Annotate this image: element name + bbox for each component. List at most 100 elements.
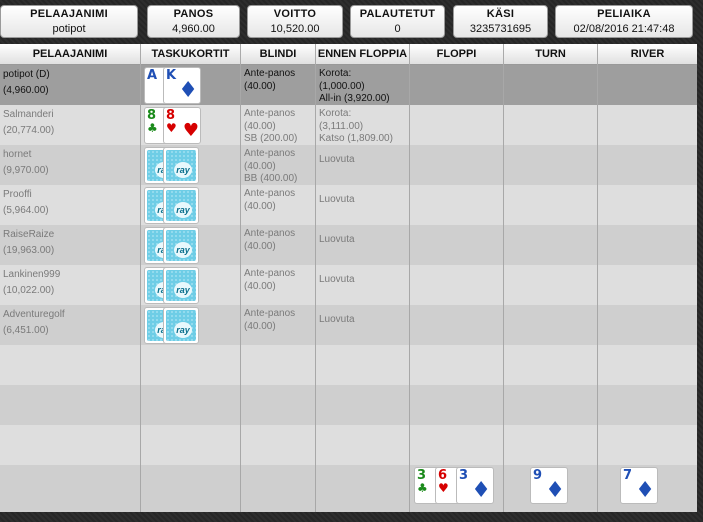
card-back-logo: ray	[174, 202, 192, 218]
card-back-logo: ray	[174, 242, 192, 258]
table-cell	[504, 345, 598, 385]
playing-card: 8 ♥ ♥	[163, 107, 201, 144]
player-stack: (19,963.00)	[3, 244, 55, 256]
card-rank: K	[166, 68, 177, 83]
table-cell	[504, 145, 598, 185]
summary-hand-id: KÄSI 3235731695	[453, 5, 548, 38]
preflop-action: Korota:	[319, 68, 352, 79]
card-suit-icon: ♥	[182, 120, 199, 141]
blind-action: SB (200.00)	[244, 133, 298, 144]
table-cell	[141, 425, 241, 465]
summary-label: VOITTO	[273, 8, 317, 20]
table-cell	[410, 265, 504, 305]
table-cell: rayray	[141, 145, 241, 185]
card-suit-icon: ♥	[438, 481, 449, 495]
table-cell	[316, 345, 410, 385]
blind-action: Ante-panos	[244, 108, 296, 119]
playing-card: 9 ♦	[530, 467, 568, 504]
table-cell	[504, 105, 598, 145]
table-cell: Luovuta	[316, 185, 410, 225]
column-header-player: PELAAJANIMI	[0, 44, 141, 65]
table-row	[0, 345, 697, 385]
table-cell	[598, 265, 697, 305]
table-cell	[598, 345, 697, 385]
table-cell	[0, 465, 141, 512]
table-cell	[598, 105, 697, 145]
blind-action: Ante-panos	[244, 188, 296, 199]
table-cell	[241, 385, 316, 425]
blind-action: Ante-panos	[244, 268, 296, 279]
summary-returned: PALAUTETUT 0	[350, 5, 445, 38]
player-name: Salmanderi	[3, 109, 54, 120]
table-cell: Salmanderi (20,774.00)	[0, 105, 141, 145]
table-cell: Ante-panos (40.00)	[241, 185, 316, 225]
summary-label: PANOS	[173, 8, 214, 20]
blind-action: Ante-panos	[244, 148, 296, 159]
table-row: 3♣♣6♥♥3♦9♦7♦	[0, 465, 697, 512]
table-cell	[504, 65, 598, 105]
card-back-pattern: ray	[166, 230, 196, 261]
table-row: RaiseRaize (19,963.00) rayrayAnte-panos(40…	[0, 225, 697, 265]
card-back-pattern: ray	[166, 310, 196, 341]
table-cell	[410, 225, 504, 265]
table-cell: Ante-panos (40.00)	[241, 225, 316, 265]
card-suit-icon: ♣	[147, 121, 158, 135]
card-suit-icon: ♦	[178, 78, 198, 103]
preflop-action: Korota:	[319, 108, 352, 119]
table-cell	[410, 65, 504, 105]
blind-action: Ante-panos	[244, 68, 296, 79]
table-cell: Ante-panos (40.00)	[241, 65, 316, 105]
card-suit-icon: ♦	[471, 478, 491, 503]
table-cell	[410, 105, 504, 145]
card-suit-icon: ♦	[545, 478, 565, 503]
preflop-action: (1,000.00)	[319, 80, 365, 92]
table-cell: rayray	[141, 265, 241, 305]
table-cell	[598, 185, 697, 225]
table-header: PELAAJANIMI TASKUKORTIT BLINDI ENNEN FLO…	[0, 44, 697, 65]
table-cell	[504, 185, 598, 225]
card-back-logo: ray	[174, 282, 192, 298]
table-cell: 3♣♣6♥♥3♦	[410, 465, 504, 512]
summary-win: VOITTO 10,520.00	[247, 5, 343, 38]
table-row: hornet (9,970.00) rayrayAnte-panos(40.00)B…	[0, 145, 697, 185]
table-cell	[410, 185, 504, 225]
column-header-flop: FLOPPI	[410, 44, 504, 65]
table-cell: rayray	[141, 305, 241, 345]
card-back: ray	[163, 147, 199, 184]
summary-value: potipot	[52, 23, 86, 35]
card-suit-icon: ♣	[417, 481, 428, 495]
blind-action: Ante-panos	[244, 228, 296, 239]
blind-action: BB (400.00)	[244, 173, 298, 184]
table-cell: RaiseRaize (19,963.00)	[0, 225, 141, 265]
table-cell: Korota: (3,111.00) Katso (1,809.00)	[316, 105, 410, 145]
table-cell	[141, 465, 241, 512]
table-cell	[504, 265, 598, 305]
blind-action: (40.00)	[244, 280, 276, 292]
preflop-action: Luovuta	[319, 154, 355, 165]
column-header-blind: BLINDI	[241, 44, 316, 65]
summary-label: PALAUTETUT	[359, 8, 436, 20]
preflop-action: Katso (1,809.00)	[319, 133, 393, 144]
summary-game-time: PELIAIKA 02/08/2016 21:47:48	[555, 5, 693, 38]
table-cell	[410, 385, 504, 425]
table-cell: 8♣♣8♥♥	[141, 105, 241, 145]
preflop-action: Luovuta	[319, 274, 355, 285]
table-cell: Adventuregolf (6,451.00)	[0, 305, 141, 345]
table-cell	[598, 225, 697, 265]
player-name: RaiseRaize	[3, 229, 55, 240]
card-back: ray	[163, 187, 199, 224]
table-cell	[504, 385, 598, 425]
player-name: hornet	[3, 149, 32, 160]
table-cell	[316, 465, 410, 512]
summary-bet: PANOS 4,960.00	[147, 5, 240, 38]
card-suit-icon: ♥	[166, 121, 177, 135]
card-rank: 9	[533, 468, 543, 483]
table-row: Lankinen999 (10,022.00) rayrayAnte-panos(4…	[0, 265, 697, 305]
player-name: Adventuregolf	[3, 309, 65, 320]
summary-value: 4,960.00	[172, 23, 215, 35]
table-cell	[598, 425, 697, 465]
player-stack: (20,774.00)	[3, 124, 55, 136]
table-cell	[0, 345, 141, 385]
table-cell: A ♦K♦	[141, 65, 241, 105]
card-back-pattern: ray	[166, 190, 196, 221]
